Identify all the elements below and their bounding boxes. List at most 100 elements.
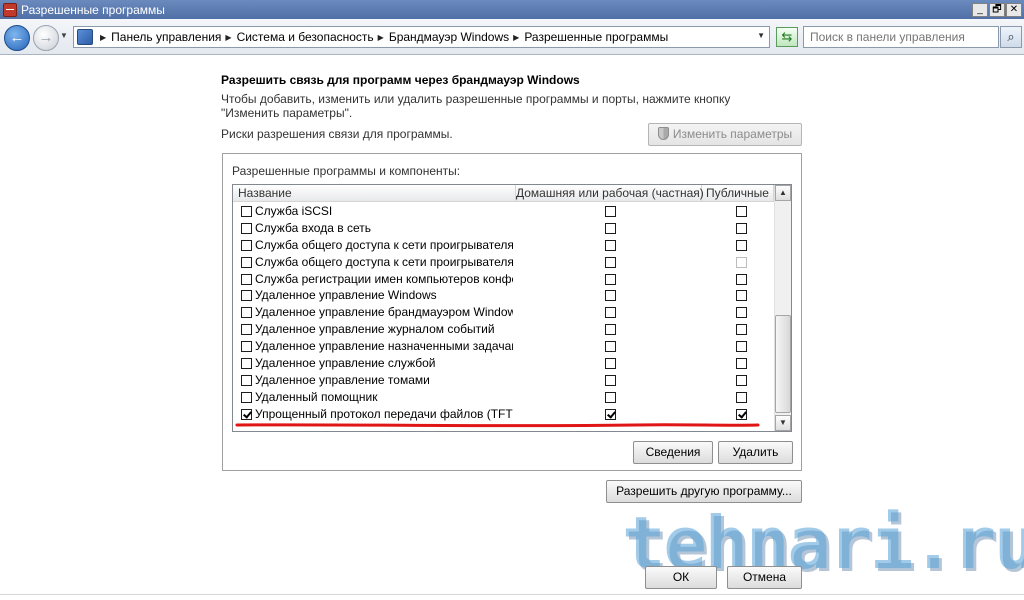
enable-checkbox[interactable] bbox=[241, 239, 252, 251]
forward-button[interactable]: → bbox=[33, 25, 59, 51]
group-label: Разрешенные программы и компоненты: bbox=[232, 164, 461, 178]
risks-link[interactable]: Риски разрешения связи для программы. bbox=[221, 127, 453, 141]
enable-checkbox[interactable] bbox=[241, 391, 252, 403]
enable-checkbox[interactable] bbox=[241, 341, 252, 353]
breadcrumb-system-security[interactable]: Система и безопасность bbox=[237, 30, 374, 44]
public-network-checkbox[interactable] bbox=[736, 206, 747, 217]
enable-checkbox[interactable] bbox=[241, 307, 252, 319]
public-network-checkbox[interactable] bbox=[736, 273, 747, 285]
breadcrumb-control-panel[interactable]: Панель управления bbox=[111, 30, 221, 44]
public-network-checkbox[interactable] bbox=[736, 341, 747, 353]
table-row[interactable]: Удаленное управление назначенными задача… bbox=[233, 338, 774, 355]
programs-list[interactable]: Название Домашняя или рабочая (частная) … bbox=[232, 184, 792, 432]
remove-button[interactable]: Удалить bbox=[718, 441, 793, 464]
program-name: Удаленное управление томами bbox=[255, 372, 430, 387]
allow-another-program-button[interactable]: Разрешить другую программу... bbox=[606, 480, 802, 503]
address-dropdown-icon[interactable]: ▼ bbox=[757, 31, 765, 40]
table-row[interactable]: Служба общего доступа к сети проигрывате… bbox=[233, 237, 774, 254]
home-network-checkbox[interactable] bbox=[605, 239, 616, 251]
home-network-checkbox[interactable] bbox=[605, 408, 616, 420]
enable-checkbox[interactable] bbox=[241, 256, 252, 268]
program-name: Удаленное управление журналом событий bbox=[255, 322, 495, 337]
page-title: Разрешить связь для программ через бранд… bbox=[221, 73, 580, 87]
table-row[interactable]: Служба iSCSI bbox=[233, 203, 774, 220]
enable-checkbox[interactable] bbox=[241, 324, 252, 336]
table-row[interactable]: Удаленное управление Windows bbox=[233, 287, 774, 304]
enable-checkbox[interactable] bbox=[241, 374, 252, 386]
ok-button[interactable]: ОК bbox=[645, 566, 717, 589]
close-button[interactable]: ✕ bbox=[1006, 2, 1022, 17]
public-network-checkbox[interactable] bbox=[736, 408, 747, 420]
maximize-button[interactable]: 🗗 bbox=[989, 2, 1005, 17]
chevron-right-icon[interactable]: ▶ bbox=[100, 33, 106, 42]
home-network-checkbox[interactable] bbox=[605, 206, 616, 217]
public-network-checkbox[interactable] bbox=[736, 290, 747, 302]
table-row[interactable]: Служба общего доступа к сети проигрывате… bbox=[233, 254, 774, 271]
window-titlebar: Разрешенные программы _ 🗗 ✕ bbox=[0, 0, 1024, 19]
home-network-checkbox[interactable] bbox=[605, 358, 616, 370]
public-network-checkbox[interactable] bbox=[736, 324, 747, 336]
public-network-checkbox[interactable] bbox=[736, 256, 747, 268]
control-panel-icon bbox=[77, 29, 93, 45]
enable-checkbox[interactable] bbox=[241, 358, 252, 370]
table-row[interactable]: Служба регистрации имен компьютеров конф… bbox=[233, 271, 774, 288]
enable-checkbox[interactable] bbox=[241, 206, 252, 217]
home-network-checkbox[interactable] bbox=[605, 273, 616, 285]
details-button[interactable]: Сведения bbox=[633, 441, 713, 464]
table-row[interactable]: Удаленное управление томами bbox=[233, 372, 774, 389]
home-network-checkbox[interactable] bbox=[605, 222, 616, 234]
table-row[interactable]: Удаленное управление службой bbox=[233, 355, 774, 372]
column-header-name[interactable]: Название bbox=[233, 185, 516, 202]
enable-checkbox[interactable] bbox=[241, 273, 252, 285]
enable-checkbox[interactable] bbox=[241, 222, 252, 234]
public-network-checkbox[interactable] bbox=[736, 222, 747, 234]
enable-checkbox[interactable] bbox=[241, 408, 252, 420]
home-network-checkbox[interactable] bbox=[605, 391, 616, 403]
minimize-button[interactable]: _ bbox=[972, 2, 988, 17]
search-input[interactable] bbox=[803, 26, 999, 48]
change-settings-button[interactable]: Изменить параметры bbox=[648, 123, 802, 146]
public-network-checkbox[interactable] bbox=[736, 307, 747, 319]
enable-checkbox[interactable] bbox=[241, 290, 252, 302]
window-title: Разрешенные программы bbox=[21, 2, 165, 17]
program-name: Удаленный помощник bbox=[255, 389, 378, 404]
scroll-thumb[interactable] bbox=[775, 315, 791, 413]
scroll-up-arrow-icon[interactable]: ▲ bbox=[775, 185, 791, 201]
table-row[interactable]: Удаленное управление брандмауэром Window… bbox=[233, 304, 774, 321]
public-network-checkbox[interactable] bbox=[736, 391, 747, 403]
recent-pages-dropdown-icon[interactable]: ▼ bbox=[60, 31, 68, 40]
home-network-checkbox[interactable] bbox=[605, 324, 616, 336]
public-network-checkbox[interactable] bbox=[736, 239, 747, 251]
back-button[interactable]: ← bbox=[4, 25, 30, 51]
breadcrumb-windows-firewall[interactable]: Брандмауэр Windows bbox=[389, 30, 509, 44]
home-network-checkbox[interactable] bbox=[605, 374, 616, 386]
public-network-checkbox[interactable] bbox=[736, 374, 747, 386]
table-row[interactable]: Служба входа в сеть bbox=[233, 220, 774, 237]
window-controls: _ 🗗 ✕ bbox=[972, 2, 1022, 17]
list-scrollbar[interactable]: ▲ ▼ bbox=[774, 185, 791, 431]
breadcrumb-allowed-programs[interactable]: Разрешенные программы bbox=[524, 30, 668, 44]
table-row[interactable]: Удаленное управление журналом событий bbox=[233, 321, 774, 338]
home-network-checkbox[interactable] bbox=[605, 256, 616, 268]
public-network-checkbox[interactable] bbox=[736, 358, 747, 370]
table-row[interactable]: Удаленный помощник bbox=[233, 389, 774, 406]
home-network-checkbox[interactable] bbox=[605, 307, 616, 319]
home-network-checkbox[interactable] bbox=[605, 290, 616, 302]
chevron-right-icon[interactable]: ▶ bbox=[225, 33, 231, 42]
scroll-down-arrow-icon[interactable]: ▼ bbox=[775, 415, 791, 431]
column-header-public[interactable]: Публичные bbox=[702, 185, 774, 202]
chevron-right-icon[interactable]: ▶ bbox=[378, 33, 384, 42]
address-toolbar: ← → ▼ ▶ Панель управления ▶ Система и бе… bbox=[0, 19, 1024, 55]
search-icon[interactable]: ⌕ bbox=[1000, 26, 1022, 48]
program-rows: Служба iSCSI Служба входа в сеть Служба об… bbox=[233, 203, 774, 423]
program-name: Служба входа в сеть bbox=[255, 220, 371, 235]
refresh-button[interactable]: ⇆ bbox=[776, 27, 798, 47]
column-header-home[interactable]: Домашняя или рабочая (частная) bbox=[516, 185, 704, 202]
program-name: Служба iSCSI bbox=[255, 204, 333, 218]
program-name: Служба регистрации имен компьютеров конф… bbox=[255, 271, 513, 286]
chevron-right-icon[interactable]: ▶ bbox=[513, 33, 519, 42]
cancel-button[interactable]: Отмена bbox=[727, 566, 802, 589]
home-network-checkbox[interactable] bbox=[605, 341, 616, 353]
firewall-app-icon bbox=[3, 2, 17, 17]
breadcrumb[interactable]: ▶ Панель управления ▶ Система и безопасн… bbox=[73, 26, 770, 48]
